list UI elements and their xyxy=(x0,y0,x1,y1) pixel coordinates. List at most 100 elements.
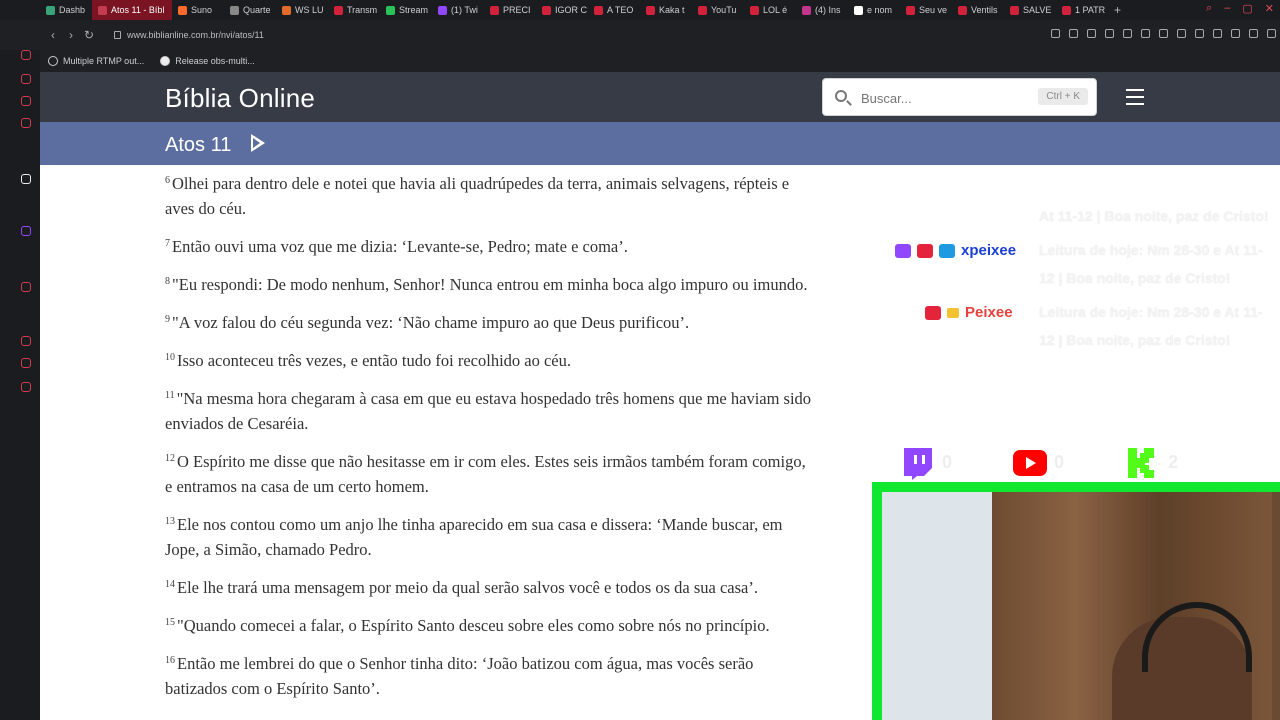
download-icon[interactable] xyxy=(1249,29,1258,38)
tab-label: Transm xyxy=(347,5,378,15)
tab-strip: Dashb Atos 11 - Bíbl Suno Quarte WS LU Transm… xyxy=(40,0,1108,20)
extension-icon[interactable] xyxy=(1141,29,1150,38)
sidebar-twitch-icon[interactable] xyxy=(21,226,31,236)
verse-number: 7 xyxy=(165,238,170,249)
verse: 10 Isso aconteceu três vezes, e então tud… xyxy=(165,345,813,373)
tab-favicon-icon xyxy=(750,5,759,15)
sidebar-toggle-icon[interactable] xyxy=(1051,29,1060,38)
tab-label: PRECI xyxy=(503,5,531,15)
zoom-icon[interactable] xyxy=(1069,29,1078,38)
heart-icon[interactable] xyxy=(1177,29,1186,38)
browser-tab[interactable]: Stream xyxy=(380,0,432,20)
sidebar-clock-icon[interactable] xyxy=(21,336,31,346)
play-audio-icon[interactable] xyxy=(251,134,265,152)
bookmark-label: Release obs-multi... xyxy=(175,56,255,66)
browser-tab[interactable]: (4) Ins xyxy=(796,0,848,20)
sidebar-messenger-icon[interactable] xyxy=(21,74,31,84)
verse-text: Ele nos contou como um anjo lhe tinha ap… xyxy=(165,515,783,559)
close-icon[interactable]: ✕ xyxy=(1265,2,1274,15)
tab-label: A TEO xyxy=(607,5,634,15)
verse-number: 9 xyxy=(165,314,170,325)
search-input[interactable] xyxy=(861,88,1021,108)
browser-tab[interactable]: IGOR C xyxy=(536,0,588,20)
minimize-icon[interactable]: – xyxy=(1224,2,1230,15)
browser-tab[interactable]: Seu ve xyxy=(900,0,952,20)
kick-counter: 2 xyxy=(1126,446,1178,485)
verse-text: Isso aconteceu três vezes, e então tudo … xyxy=(177,351,572,370)
verse: 6 Olhei para dentro dele e notei que havi… xyxy=(165,168,813,221)
sidebar-app-icon[interactable] xyxy=(21,174,31,184)
search-icon xyxy=(835,90,847,102)
browser-tab[interactable]: Quarte xyxy=(224,0,276,20)
verse-text: "Na mesma hora chegaram à casa em que eu… xyxy=(165,389,812,433)
browser-tab[interactable]: 1 PATR xyxy=(1056,0,1108,20)
github-icon xyxy=(160,56,171,66)
browser-tab[interactable]: YouTu xyxy=(692,0,744,20)
sidebar-add-icon[interactable] xyxy=(21,282,31,292)
back-icon[interactable]: ‹ xyxy=(44,28,62,42)
play-extension-icon[interactable] xyxy=(1159,29,1168,38)
twitch-badge-icon xyxy=(895,243,911,258)
menu-icon[interactable] xyxy=(1267,29,1276,38)
chat-user-row: Peixee xyxy=(925,304,1013,321)
tab-favicon-icon xyxy=(646,5,655,15)
new-tab-icon[interactable]: + xyxy=(1108,3,1127,17)
profile-icon[interactable] xyxy=(1231,29,1240,38)
verse-number: 15 xyxy=(165,617,175,628)
tab-label: IGOR C xyxy=(555,5,588,15)
tab-favicon-icon xyxy=(334,5,343,15)
browser-tab[interactable]: Kaka t xyxy=(640,0,692,20)
browser-tab[interactable]: Atos 11 - Bíbl xyxy=(92,0,172,20)
verse-number: 10 xyxy=(165,352,175,363)
sidebar-notes-icon[interactable] xyxy=(21,96,31,106)
sidebar-history-icon[interactable] xyxy=(21,50,31,60)
wallet-icon[interactable] xyxy=(1195,29,1204,38)
tab-favicon-icon xyxy=(46,5,55,15)
browser-tab[interactable]: e nom xyxy=(848,0,900,20)
verse-text: "Quando comecei a falar, o Espírito Sant… xyxy=(177,616,770,635)
chat-message: Peixee Leitura de hoje: Nm 28-30 e At 11… xyxy=(880,298,1280,354)
bookmark-label: Multiple RTMP out... xyxy=(63,56,145,66)
kick-count: 2 xyxy=(1168,452,1179,472)
sidebar-settings-icon[interactable] xyxy=(21,382,31,392)
browser-tab[interactable]: WS LU xyxy=(276,0,328,20)
browser-tab[interactable]: Suno xyxy=(172,0,224,20)
browser-tab[interactable]: LOL é xyxy=(744,0,796,20)
bookmark-rtmp[interactable]: Multiple RTMP out... xyxy=(48,56,144,66)
reload-icon[interactable]: ↻ xyxy=(80,28,98,42)
pin-icon[interactable] xyxy=(1087,29,1096,38)
browser-tab[interactable]: Ventils xyxy=(952,0,1004,20)
maximize-icon[interactable]: ▢ xyxy=(1242,2,1252,15)
url-field[interactable]: www.biblianline.com.br/nvi/atos/11 xyxy=(114,30,264,40)
browser-tab[interactable]: (1) Twi xyxy=(432,0,484,20)
youtube-count: 0 xyxy=(1054,452,1065,472)
tab-favicon-icon xyxy=(230,5,239,15)
site-logo[interactable]: Bíblia Online xyxy=(165,83,315,114)
puzzle-icon[interactable] xyxy=(1213,29,1222,38)
shield-icon[interactable] xyxy=(1123,29,1132,38)
verse-number: 13 xyxy=(165,516,175,527)
chapter-title: Atos 11 xyxy=(165,134,232,156)
tab-label: Seu ve xyxy=(919,5,948,15)
search-tabs-icon[interactable]: ⌕ xyxy=(1206,2,1212,15)
verse-text: Então me lembrei do que o Senhor tinha d… xyxy=(165,654,754,698)
verse-number: 12 xyxy=(165,453,175,464)
bookmark-release[interactable]: Release obs-multi... xyxy=(160,56,255,66)
forward-icon[interactable]: › xyxy=(62,28,80,42)
sidebar-calendar-icon[interactable] xyxy=(21,118,31,128)
browser-tab[interactable]: A TEO xyxy=(588,0,640,20)
sidebar-panel-icon[interactable] xyxy=(21,358,31,368)
chat-text: Leitura de hoje: Nm 28-30 e At 11-12 | B… xyxy=(1039,304,1263,348)
browser-tab[interactable]: SALVE xyxy=(1004,0,1056,20)
browser-tab-bar: Dashb Atos 11 - Bíbl Suno Quarte WS LU Transm… xyxy=(0,0,1280,20)
twitch-icon xyxy=(904,448,932,480)
tab-label: YouTu xyxy=(711,5,737,15)
search-box[interactable]: Ctrl + K xyxy=(822,78,1097,116)
browser-tab[interactable]: PRECI xyxy=(484,0,536,20)
hamburger-menu-icon[interactable] xyxy=(1126,89,1144,105)
browser-tab[interactable]: Dashb xyxy=(40,0,92,20)
browser-tab[interactable]: Transm xyxy=(328,0,380,20)
tab-label: Atos 11 - Bíbl xyxy=(111,5,165,15)
bookmark-icon[interactable] xyxy=(1105,29,1114,38)
tab-favicon-icon xyxy=(282,5,291,15)
